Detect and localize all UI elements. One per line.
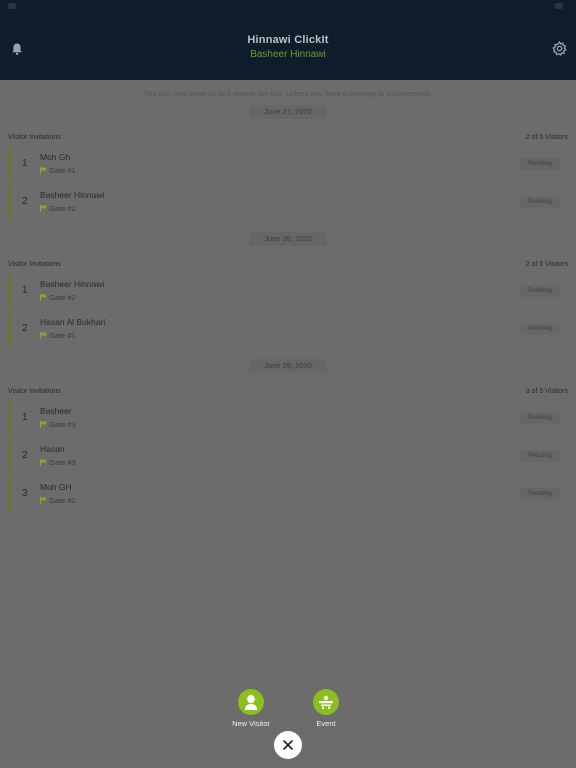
gate-label: Gate #1 xyxy=(49,331,76,340)
gear-icon[interactable] xyxy=(552,40,567,56)
visitor-row[interactable]: 2 Basheer Hinnawi Gate #2 Pending xyxy=(8,185,568,219)
visitor-gate: Gate #2 xyxy=(40,496,76,505)
status-badge: Pending xyxy=(520,158,560,170)
event-table-icon xyxy=(319,695,333,709)
signal-icon xyxy=(8,3,16,9)
invitations-list: You can only invite up to 5 people per d… xyxy=(0,80,576,511)
visitor-number: 2 xyxy=(22,323,28,334)
flag-icon xyxy=(40,167,46,174)
visitor-name: Basheer xyxy=(40,406,72,416)
new-visitor-action[interactable]: New Visitor xyxy=(226,689,276,728)
person-icon xyxy=(245,694,257,710)
group-label: Visitor Invitations xyxy=(8,260,61,268)
event-button[interactable] xyxy=(313,689,339,715)
row-accent-bar xyxy=(8,477,11,511)
flag-icon xyxy=(40,497,46,504)
status-bar xyxy=(0,0,576,14)
event-label: Event xyxy=(316,719,336,728)
flag-icon xyxy=(40,459,46,466)
row-accent-bar xyxy=(8,439,11,473)
visitor-row[interactable]: 1 Moh Gh Gate #1 Pending xyxy=(8,147,568,181)
visitor-row[interactable]: 2 Hasan Al Bukhari Gate #1 Pending xyxy=(8,312,568,346)
battery-icon xyxy=(555,3,563,9)
visitor-number: 1 xyxy=(22,158,28,169)
visitor-name: Basheer Hinnawi xyxy=(40,190,105,200)
group-header: Visitor Invitations 2 of 5 Visitors xyxy=(0,131,576,143)
status-badge: Pending xyxy=(520,488,560,500)
flag-icon xyxy=(40,294,46,301)
visitor-gate: Gate #3 xyxy=(40,458,76,467)
date-header: June 29, 2020 xyxy=(249,359,327,373)
flag-icon xyxy=(40,332,46,339)
row-accent-bar xyxy=(8,312,11,346)
visitor-name: Hasan xyxy=(40,444,65,454)
group-label: Visitor Invitations xyxy=(8,387,61,395)
visitor-number: 1 xyxy=(22,285,28,296)
visitor-gate: Gate #1 xyxy=(40,166,76,175)
gate-label: Gate #1 xyxy=(49,166,76,175)
new-visitor-button[interactable] xyxy=(238,689,264,715)
visitor-row[interactable]: 2 Hasan Gate #3 Pending xyxy=(8,439,568,473)
app-header: Hinnawi ClickIt Basheer Hinnawi xyxy=(0,14,576,80)
day-section: June 27, 2020 Visitor Invitations 2 of 5… xyxy=(0,105,576,219)
visitor-gate: Gate #2 xyxy=(40,293,76,302)
status-badge: Pending xyxy=(520,196,560,208)
day-section: June 29, 2020 Visitor Invitations 3 of 5… xyxy=(0,359,576,511)
row-accent-bar xyxy=(8,147,11,181)
visitor-name: Hasan Al Bukhari xyxy=(40,317,106,327)
invite-limit-notice: You can only invite up to 5 people per d… xyxy=(143,89,433,98)
visitor-name: Moh GH xyxy=(40,482,72,492)
flag-icon xyxy=(40,205,46,212)
gate-label: Gate #3 xyxy=(49,458,76,467)
new-visitor-label: New Visitor xyxy=(232,719,270,728)
gate-label: Gate #2 xyxy=(49,293,76,302)
visitor-name: Basheer Hinnawi xyxy=(40,279,105,289)
day-section: June 28, 2020 Visitor Invitations 2 of 5… xyxy=(0,232,576,346)
visitor-row[interactable]: 3 Moh GH Gate #2 Pending xyxy=(8,477,568,511)
group-header: Visitor Invitations 3 of 5 Visitors xyxy=(0,385,576,397)
visitor-count: 2 of 5 Visitors xyxy=(525,260,568,268)
visitor-gate: Gate #2 xyxy=(40,204,76,213)
gate-label: Gate #2 xyxy=(49,496,76,505)
user-name: Basheer Hinnawi xyxy=(250,49,326,60)
visitor-number: 2 xyxy=(22,196,28,207)
visitor-row[interactable]: 1 Basheer Gate #3 Pending xyxy=(8,401,568,435)
row-accent-bar xyxy=(8,185,11,219)
close-menu-button[interactable] xyxy=(274,731,302,759)
status-badge: Pending xyxy=(520,412,560,424)
status-badge: Pending xyxy=(520,323,560,335)
close-icon xyxy=(283,740,293,750)
app-title: Hinnawi ClickIt xyxy=(247,34,329,46)
gate-label: Gate #2 xyxy=(49,204,76,213)
visitor-name: Moh Gh xyxy=(40,152,71,162)
bell-icon[interactable] xyxy=(10,42,24,56)
date-header: June 28, 2020 xyxy=(249,232,327,246)
visitor-gate: Gate #1 xyxy=(40,331,76,340)
row-accent-bar xyxy=(8,401,11,435)
visitor-number: 2 xyxy=(22,450,28,461)
status-badge: Pending xyxy=(520,285,560,297)
flag-icon xyxy=(40,421,46,428)
visitor-number: 3 xyxy=(22,488,28,499)
visitor-count: 2 of 5 Visitors xyxy=(525,133,568,141)
visitor-number: 1 xyxy=(22,412,28,423)
visitor-row[interactable]: 1 Basheer Hinnawi Gate #2 Pending xyxy=(8,274,568,308)
group-header: Visitor Invitations 2 of 5 Visitors xyxy=(0,258,576,270)
visitor-count: 3 of 5 Visitors xyxy=(525,387,568,395)
event-action[interactable]: Event xyxy=(305,689,347,728)
group-label: Visitor Invitations xyxy=(8,133,61,141)
gate-label: Gate #3 xyxy=(49,420,76,429)
date-header: June 27, 2020 xyxy=(249,105,327,119)
status-badge: Pending xyxy=(520,450,560,462)
visitor-gate: Gate #3 xyxy=(40,420,76,429)
row-accent-bar xyxy=(8,274,11,308)
